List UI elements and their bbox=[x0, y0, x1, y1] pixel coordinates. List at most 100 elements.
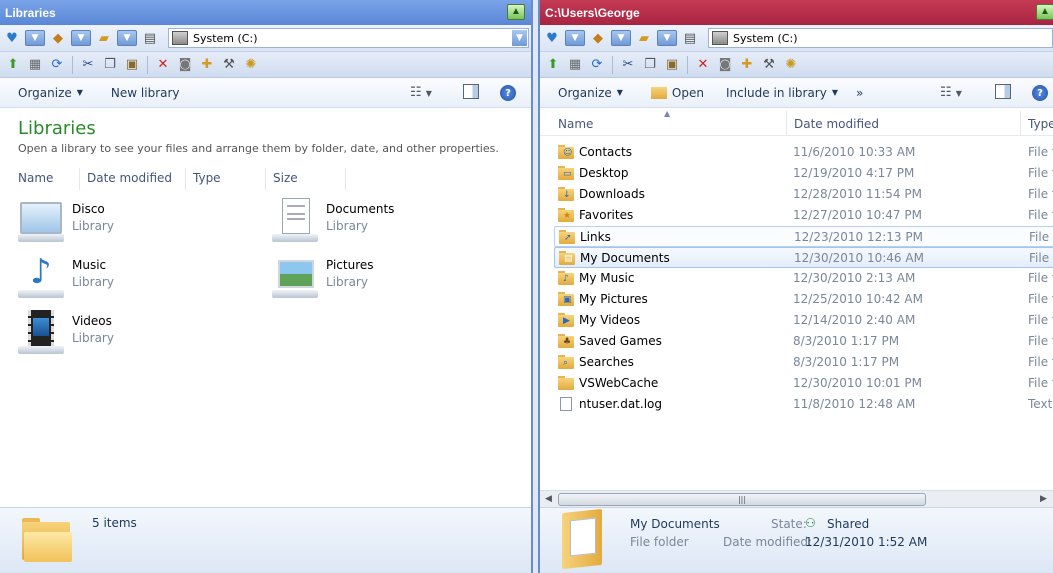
favorites-icon[interactable]: ♥ bbox=[2, 28, 22, 48]
contacts-folder-icon: ☺ bbox=[558, 145, 574, 159]
list-item[interactable]: ♪ My Music 12/30/2010 2:13 AM File fo bbox=[554, 268, 1053, 289]
list-item[interactable]: ▶ My Videos 12/14/2010 2:40 AM File fo bbox=[554, 310, 1053, 331]
list-item[interactable]: ★ Favorites 12/27/2010 10:47 PM File fo bbox=[554, 205, 1053, 226]
organize-button[interactable]: Organize ▼ bbox=[558, 86, 623, 100]
library-name: Videos bbox=[72, 314, 112, 328]
view-options-icon[interactable]: ☷ ▼ bbox=[410, 85, 432, 100]
item-date: 11/6/2010 10:33 AM bbox=[793, 145, 916, 159]
help-icon[interactable]: ? bbox=[500, 85, 516, 101]
maximize-button[interactable]: ▲ bbox=[507, 4, 525, 20]
favorites-dropdown[interactable]: ▼ bbox=[25, 30, 45, 46]
computer-icon[interactable]: ▤ bbox=[140, 28, 160, 48]
copy-icon[interactable]: ❐ bbox=[100, 55, 120, 75]
include-in-library-button[interactable]: Include in library ▼ bbox=[726, 86, 838, 100]
view-icon[interactable]: ▦ bbox=[565, 55, 585, 75]
selected-item-kind: File folder bbox=[630, 535, 689, 549]
library-item-disco[interactable]: Disco Library bbox=[18, 198, 114, 246]
drive-selector[interactable]: System (C:) ▼ bbox=[168, 28, 529, 48]
preview-pane-icon[interactable] bbox=[463, 84, 479, 99]
list-item[interactable]: ♣ Saved Games 8/3/2010 1:17 PM File fo bbox=[554, 331, 1053, 352]
chevron-down-icon[interactable]: ▼ bbox=[512, 30, 527, 46]
tools-icon[interactable]: ⚒ bbox=[759, 55, 779, 75]
column-divider[interactable] bbox=[1020, 111, 1021, 136]
computer-icon[interactable]: ▤ bbox=[680, 28, 700, 48]
favorites-icon[interactable]: ♥ bbox=[542, 28, 562, 48]
open-button[interactable]: Open bbox=[650, 86, 704, 100]
library-item-music[interactable]: ♪ Music Library bbox=[18, 254, 114, 302]
library-item-documents[interactable]: Documents Library bbox=[272, 198, 394, 246]
horizontal-scrollbar[interactable]: ◀ ||| ▶ bbox=[540, 490, 1053, 507]
view-icon[interactable]: ▦ bbox=[25, 55, 45, 75]
recycle-icon[interactable]: ◙ bbox=[715, 55, 735, 75]
paste-icon[interactable]: ▣ bbox=[122, 55, 142, 75]
settings-icon[interactable]: ✺ bbox=[241, 55, 261, 75]
shared-users-icon: ⚇ bbox=[805, 516, 816, 530]
library-name: Pictures bbox=[326, 258, 374, 272]
go-up-icon[interactable]: ⬆ bbox=[543, 55, 563, 75]
maximize-button[interactable]: ▲ bbox=[1036, 4, 1053, 20]
drive-label: System (C:) bbox=[193, 31, 258, 45]
scroll-left-icon[interactable]: ◀ bbox=[545, 494, 552, 504]
column-name[interactable]: Name bbox=[558, 117, 593, 131]
column-type[interactable]: Type bbox=[1028, 117, 1053, 131]
history-icon[interactable]: ◆ bbox=[48, 28, 68, 48]
help-icon[interactable]: ? bbox=[1032, 85, 1048, 101]
new-folder-icon[interactable]: ✚ bbox=[737, 55, 757, 75]
history-dropdown[interactable]: ▼ bbox=[71, 30, 91, 46]
drive-icon bbox=[172, 31, 188, 45]
list-item[interactable]: ↓ Downloads 12/28/2010 11:54 PM File fo bbox=[554, 184, 1053, 205]
folder-up-icon[interactable]: ▰ bbox=[634, 28, 654, 48]
list-item[interactable]: ☺ Contacts 11/6/2010 10:33 AM File fo bbox=[554, 142, 1053, 163]
list-item[interactable]: ⌕ Searches 8/3/2010 1:17 PM File fo bbox=[554, 352, 1053, 373]
delete-icon[interactable]: ✕ bbox=[693, 55, 713, 75]
cut-icon[interactable]: ✂ bbox=[78, 55, 98, 75]
column-divider[interactable] bbox=[786, 111, 787, 136]
refresh-icon[interactable]: ⟳ bbox=[47, 55, 67, 75]
cut-icon[interactable]: ✂ bbox=[618, 55, 638, 75]
history-icon[interactable]: ◆ bbox=[588, 28, 608, 48]
my-documents-folder-icon: ▤ bbox=[559, 251, 575, 265]
view-options-icon[interactable]: ☷ ▼ bbox=[940, 85, 962, 100]
folder-dropdown[interactable]: ▼ bbox=[117, 30, 137, 46]
scrollbar-thumb[interactable]: ||| bbox=[558, 493, 926, 506]
toolbar-divider bbox=[612, 55, 613, 74]
list-item[interactable]: ▣ My Pictures 12/25/2010 10:42 AM File f… bbox=[554, 289, 1053, 310]
recycle-icon[interactable]: ◙ bbox=[175, 55, 195, 75]
column-name[interactable]: Name bbox=[18, 168, 80, 190]
refresh-icon[interactable]: ⟳ bbox=[587, 55, 607, 75]
item-name: Favorites bbox=[579, 208, 634, 222]
go-up-icon[interactable]: ⬆ bbox=[3, 55, 23, 75]
library-item-videos[interactable]: Videos Library bbox=[18, 310, 114, 358]
list-item[interactable]: VSWebCache 12/30/2010 10:01 PM File fo bbox=[554, 373, 1053, 394]
details-pane: 5 items bbox=[0, 507, 531, 573]
details-pane: My Documents File folder State: ⚇ Shared… bbox=[540, 507, 1053, 573]
favorites-dropdown[interactable]: ▼ bbox=[565, 30, 585, 46]
column-size[interactable]: Size bbox=[266, 168, 346, 190]
new-folder-icon[interactable]: ✚ bbox=[197, 55, 217, 75]
column-date-modified[interactable]: Date modified bbox=[80, 168, 186, 190]
column-type[interactable]: Type bbox=[186, 168, 266, 190]
delete-icon[interactable]: ✕ bbox=[153, 55, 173, 75]
copy-icon[interactable]: ❐ bbox=[640, 55, 660, 75]
preview-pane-icon[interactable] bbox=[995, 84, 1011, 99]
library-item-pictures[interactable]: Pictures Library bbox=[272, 254, 374, 302]
list-item[interactable]: ntuser.dat.log 11/8/2010 12:48 AM Text bbox=[554, 394, 1053, 415]
new-library-label: New library bbox=[110, 85, 180, 100]
organize-button[interactable]: Organize ▼ bbox=[18, 86, 83, 100]
tools-icon[interactable]: ⚒ bbox=[219, 55, 239, 75]
folder-dropdown[interactable]: ▼ bbox=[657, 30, 677, 46]
paste-icon[interactable]: ▣ bbox=[662, 55, 682, 75]
folder-icon bbox=[558, 376, 574, 390]
list-item[interactable]: ➚ Links 12/23/2010 12:13 PM File fo bbox=[554, 226, 1053, 247]
more-commands-button[interactable]: » bbox=[856, 86, 863, 100]
item-name: My Videos bbox=[579, 313, 641, 327]
history-dropdown[interactable]: ▼ bbox=[611, 30, 631, 46]
list-item[interactable]: ▭ Desktop 12/19/2010 4:17 PM File fo bbox=[554, 163, 1053, 184]
scroll-right-icon[interactable]: ▶ bbox=[1040, 494, 1047, 504]
folder-up-icon[interactable]: ▰ bbox=[94, 28, 114, 48]
column-date-modified[interactable]: Date modified bbox=[794, 117, 879, 131]
new-library-button[interactable]: New library bbox=[111, 86, 180, 100]
drive-selector[interactable]: System (C:) bbox=[708, 28, 1053, 48]
list-item-selected[interactable]: ▤ My Documents 12/30/2010 10:46 AM File … bbox=[554, 247, 1053, 268]
settings-icon[interactable]: ✺ bbox=[781, 55, 801, 75]
